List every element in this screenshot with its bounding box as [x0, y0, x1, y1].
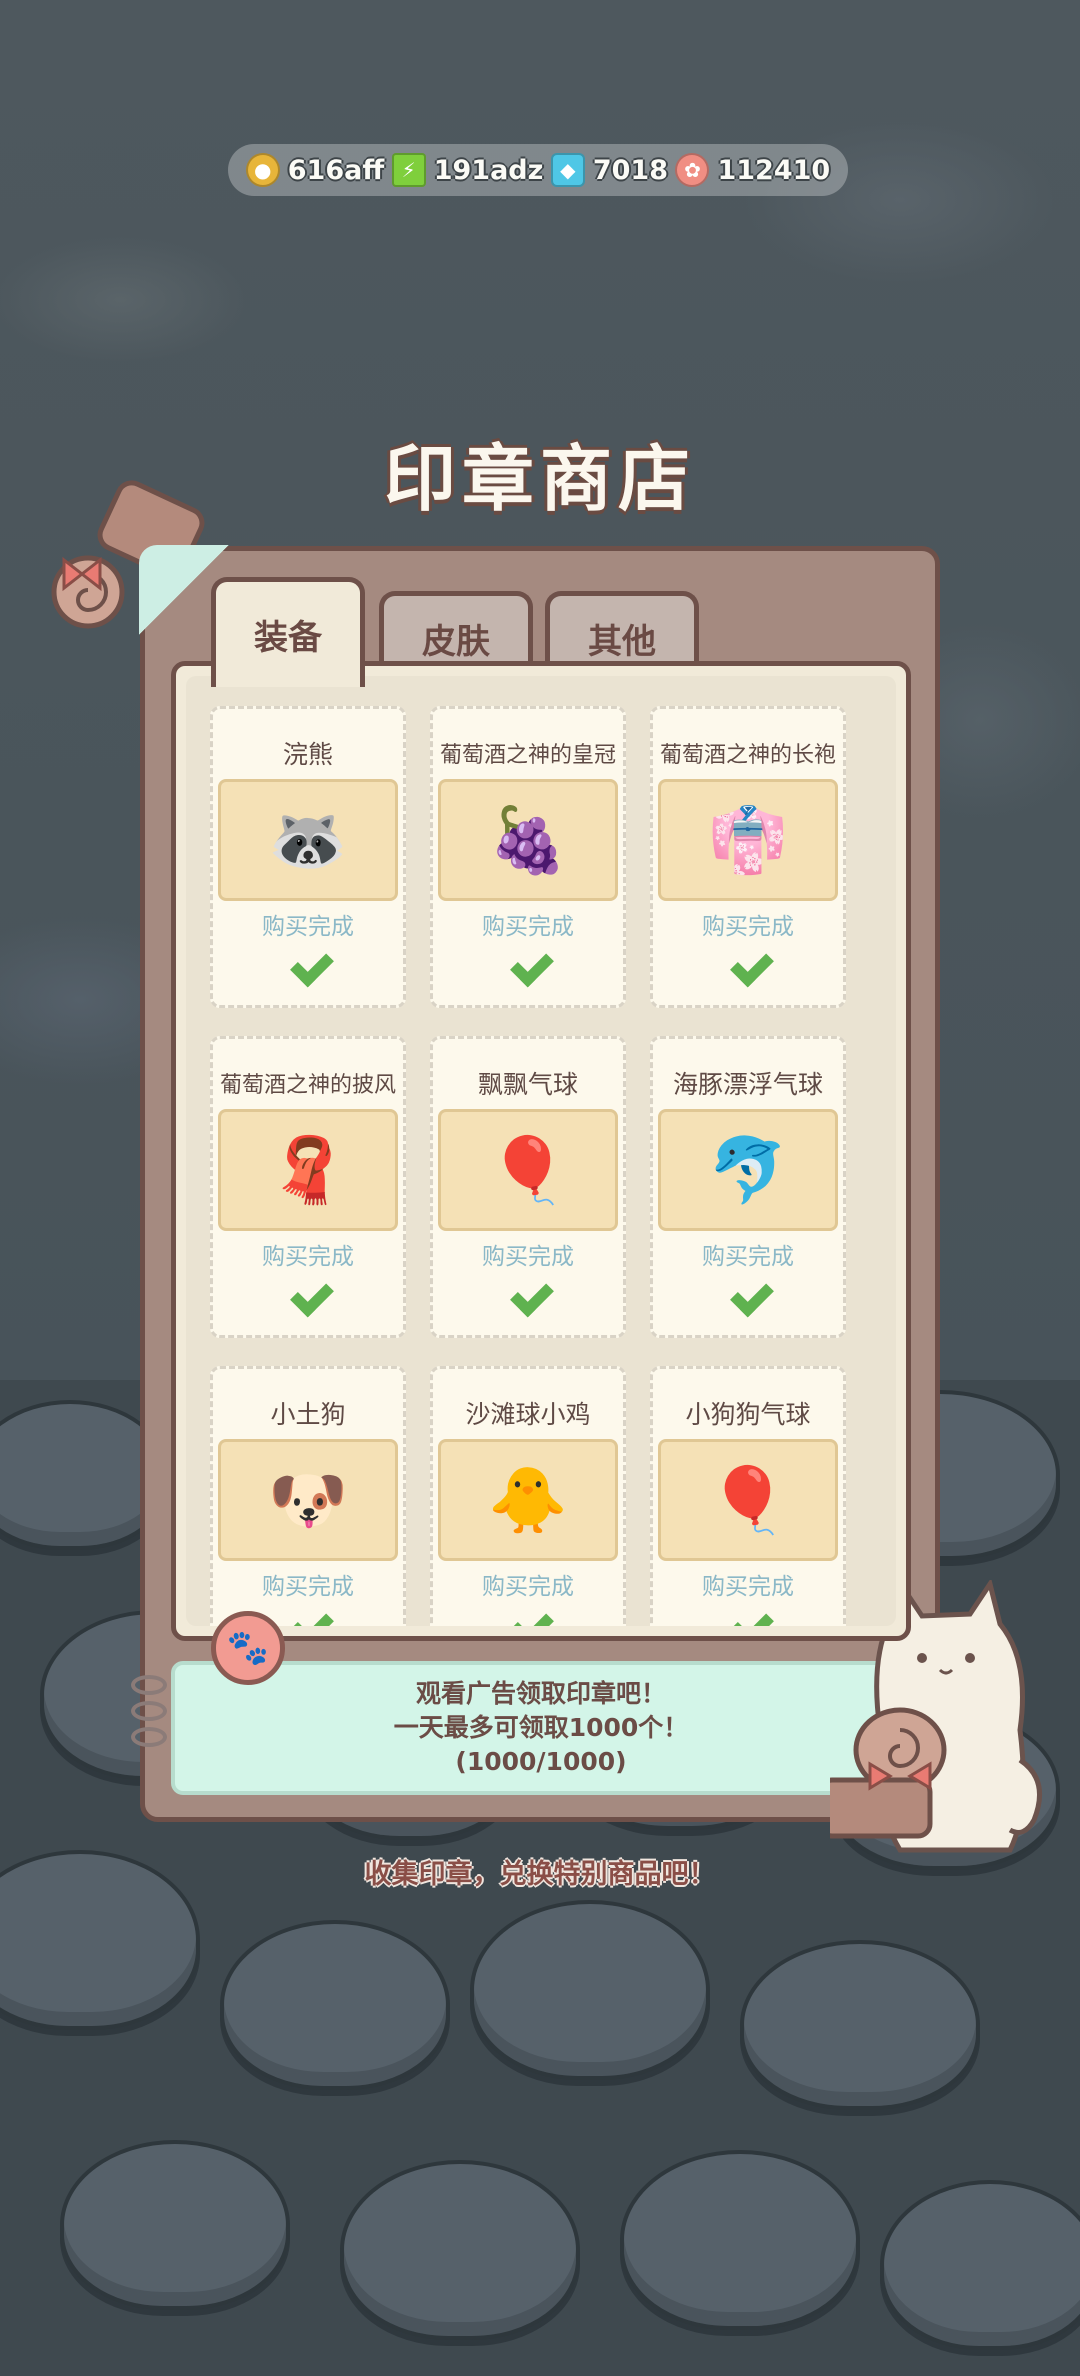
item-name: 葡萄酒之神的长袍 — [659, 743, 836, 768]
tree — [470, 1900, 710, 2080]
coin-icon: ● — [245, 153, 280, 187]
item-name: 浣熊 — [282, 740, 333, 769]
grape-crown-icon: 🍇 — [438, 779, 618, 901]
spiral-binding — [131, 1675, 167, 1753]
tab-equipment[interactable]: 装备 — [211, 577, 365, 687]
item-status: 购买完成 — [262, 1574, 354, 1600]
watch-ad-button[interactable]: 观看广告领取印章吧！ 一天最多可领取1000个！ (1000/1000) — [171, 1661, 911, 1795]
item-card[interactable]: 葡萄酒之神的长袍 👘 购买完成 — [650, 706, 846, 1008]
currency-value: 112410 — [717, 154, 831, 186]
check-icon — [503, 1275, 553, 1315]
robe-icon: 👘 — [658, 779, 838, 901]
item-status: 购买完成 — [482, 1574, 574, 1600]
check-icon — [503, 945, 553, 985]
item-name: 沙滩球小鸡 — [465, 1400, 591, 1429]
tree — [880, 2180, 1080, 2350]
item-card[interactable]: 小土狗 🐶 购买完成 — [210, 1366, 406, 1626]
shop-board: 装备 皮肤 其他 浣熊 🦝 购买完成 葡萄酒之神的皇冠 🍇 购买完成 葡萄酒之神 — [131, 545, 940, 1822]
check-icon — [503, 1605, 553, 1626]
balloon-icon: 🎈 — [438, 1109, 618, 1231]
check-icon — [723, 945, 773, 985]
check-icon — [283, 1275, 333, 1315]
cape-icon: 🧣 — [218, 1109, 398, 1231]
item-name: 飘飘气球 — [477, 1070, 578, 1099]
item-card[interactable]: 沙滩球小鸡 🐥 购买完成 — [430, 1366, 626, 1626]
item-card[interactable]: 飘飘气球 🎈 购买完成 — [430, 1036, 626, 1338]
check-icon — [283, 1605, 333, 1626]
currency-value: 616aff — [287, 154, 385, 186]
tree — [620, 2150, 860, 2330]
gem-icon: ◆ — [550, 153, 585, 187]
currency-energy[interactable]: ⚡ 191adz — [391, 153, 544, 187]
ad-count: (1000/1000) — [455, 1747, 627, 1776]
puppy-icon: 🐶 — [218, 1439, 398, 1561]
item-status: 购买完成 — [262, 914, 354, 940]
item-card[interactable]: 葡萄酒之神的皇冠 🍇 购买完成 — [430, 706, 626, 1008]
tree — [340, 2160, 580, 2340]
raccoon-icon: 🦝 — [218, 779, 398, 901]
item-status: 购买完成 — [262, 1244, 354, 1270]
item-name: 小狗狗气球 — [685, 1400, 811, 1429]
item-status: 购买完成 — [702, 914, 794, 940]
item-status: 购买完成 — [482, 1244, 574, 1270]
dolphin-balloon-icon: 🐬 — [658, 1109, 838, 1231]
stamp-icon: ✿ — [675, 153, 710, 187]
check-icon — [723, 1605, 773, 1626]
item-name: 葡萄酒之神的皇冠 — [439, 743, 616, 768]
check-icon — [283, 945, 333, 985]
item-scroll-area[interactable]: 浣熊 🦝 购买完成 葡萄酒之神的皇冠 🍇 购买完成 葡萄酒之神的长袍 👘 购买完… — [186, 676, 896, 1626]
tree — [220, 1920, 450, 2090]
currency-coins[interactable]: ● 616aff — [245, 153, 385, 187]
item-name: 海豚漂浮气球 — [672, 1070, 823, 1099]
item-name: 葡萄酒之神的披风 — [219, 1073, 396, 1098]
currency-value: 7018 — [592, 154, 668, 186]
item-card[interactable]: 浣熊 🦝 购买完成 — [210, 706, 406, 1008]
item-list-panel[interactable]: 浣熊 🦝 购买完成 葡萄酒之神的皇冠 🍇 购买完成 葡萄酒之神的长袍 👘 购买完… — [171, 661, 911, 1641]
item-status: 购买完成 — [702, 1244, 794, 1270]
currency-value: 191adz — [433, 154, 544, 186]
item-card[interactable]: 葡萄酒之神的披风 🧣 购买完成 — [210, 1036, 406, 1338]
item-card[interactable]: 海豚漂浮气球 🐬 购买完成 — [650, 1036, 846, 1338]
footer-hint: 收集印章，兑换特别商品吧！ — [364, 1859, 716, 1890]
dog-balloon-icon: 🎈 — [658, 1439, 838, 1561]
item-name: 小土狗 — [270, 1400, 346, 1429]
item-status: 购买完成 — [702, 1574, 794, 1600]
ad-line: 观看广告领取印章吧！ — [415, 1679, 666, 1708]
item-status: 购买完成 — [482, 914, 574, 940]
paw-stamp-icon: 🐾 — [211, 1611, 285, 1685]
item-card[interactable]: 小狗狗气球 🎈 购买完成 — [650, 1366, 846, 1626]
chick-icon: 🐥 — [438, 1439, 618, 1561]
currency-stamps[interactable]: ✿ 112410 — [675, 153, 830, 187]
check-icon — [723, 1275, 773, 1315]
tree — [740, 1940, 980, 2110]
item-grid: 浣熊 🦝 购买完成 葡萄酒之神的皇冠 🍇 购买完成 葡萄酒之神的长袍 👘 购买完… — [210, 706, 882, 1626]
currency-gems[interactable]: ◆ 7018 — [550, 153, 668, 187]
tree — [60, 2140, 290, 2310]
ad-line: 一天最多可领取1000个！ — [393, 1713, 689, 1742]
energy-icon: ⚡ — [391, 153, 426, 187]
currency-bar: ● 616aff ⚡ 191adz ◆ 7018 ✿ 112410 — [228, 144, 848, 196]
